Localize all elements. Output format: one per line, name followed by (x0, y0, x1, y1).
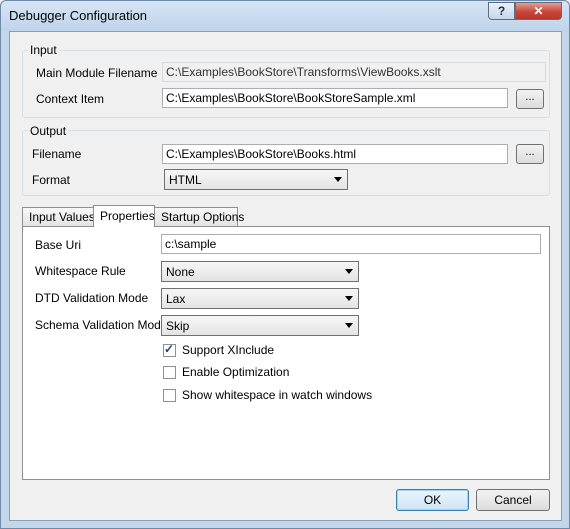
tab-input-values[interactable]: Input Values (22, 207, 95, 226)
checkbox-box[interactable]: ✓ (163, 341, 176, 357)
filename-field[interactable]: C:\Examples\BookStore\Books.html (162, 144, 508, 164)
input-group-label: Input (28, 43, 59, 57)
whitespace-rule-label: Whitespace Rule (35, 264, 126, 278)
checkbox-label: Show whitespace in watch windows (182, 388, 373, 402)
format-label: Format (32, 173, 71, 187)
dtd-validation-select[interactable]: Lax (161, 288, 359, 309)
chevron-down-icon (345, 269, 353, 274)
base-uri-field[interactable]: c:\sample (161, 234, 541, 254)
chevron-down-icon (345, 296, 353, 301)
help-icon: ? (497, 4, 506, 18)
checkbox-box[interactable] (163, 365, 176, 379)
dtd-validation-label: DTD Validation Mode (35, 291, 149, 305)
whitespace-rule-value: None (166, 265, 195, 279)
support-xinclude-checkbox[interactable]: ✓ Support XInclude (163, 341, 275, 357)
tab-properties[interactable]: Properties (93, 205, 155, 227)
help-button[interactable]: ? (488, 2, 515, 20)
filename-label: Filename (32, 147, 82, 161)
enable-optimization-checkbox[interactable]: Enable Optimization (163, 365, 289, 379)
checkbox-label: Support XInclude (182, 343, 275, 357)
format-select-value: HTML (169, 173, 202, 187)
dtd-validation-value: Lax (166, 292, 186, 306)
checkbox-label: Enable Optimization (182, 365, 290, 379)
chevron-down-icon (334, 177, 342, 182)
format-select[interactable]: HTML (164, 169, 348, 190)
filename-browse-button[interactable]: ... (516, 144, 544, 164)
main-module-field: C:\Examples\BookStore\Transforms\ViewBoo… (162, 62, 546, 82)
context-item-field[interactable]: C:\Examples\BookStore\BookStoreSample.xm… (162, 88, 508, 108)
properties-tab-panel: Base Uri c:\sample Whitespace Rule None … (22, 226, 550, 480)
window-title: Debugger Configuration (9, 8, 148, 23)
show-whitespace-checkbox[interactable]: Show whitespace in watch windows (163, 388, 372, 402)
context-item-label: Context Item (36, 92, 105, 106)
chevron-down-icon (345, 323, 353, 328)
checkmark-icon: ✓ (164, 341, 175, 356)
dialog-client-area: Input Main Module Filename C:\Examples\B… (9, 31, 562, 521)
base-uri-label: Base Uri (35, 238, 82, 252)
cancel-button[interactable]: Cancel (476, 489, 550, 511)
schema-validation-value: Skip (166, 319, 190, 333)
dialog-window: Debugger Configuration ? ✕ Input Main Mo… (0, 0, 570, 529)
context-item-browse-button[interactable]: ... (516, 89, 544, 109)
output-group-label: Output (28, 124, 69, 138)
main-module-label: Main Module Filename (36, 66, 158, 80)
schema-validation-select[interactable]: Skip (161, 315, 359, 336)
close-button[interactable]: ✕ (515, 2, 562, 20)
whitespace-rule-select[interactable]: None (161, 261, 359, 282)
checkbox-box[interactable] (163, 388, 176, 402)
close-icon: ✕ (533, 4, 544, 18)
schema-validation-label: Schema Validation Mode (35, 318, 168, 332)
tab-startup-options[interactable]: Startup Options (154, 207, 244, 226)
title-bar[interactable]: Debugger Configuration ? ✕ (1, 1, 569, 31)
ok-button[interactable]: OK (396, 489, 469, 511)
